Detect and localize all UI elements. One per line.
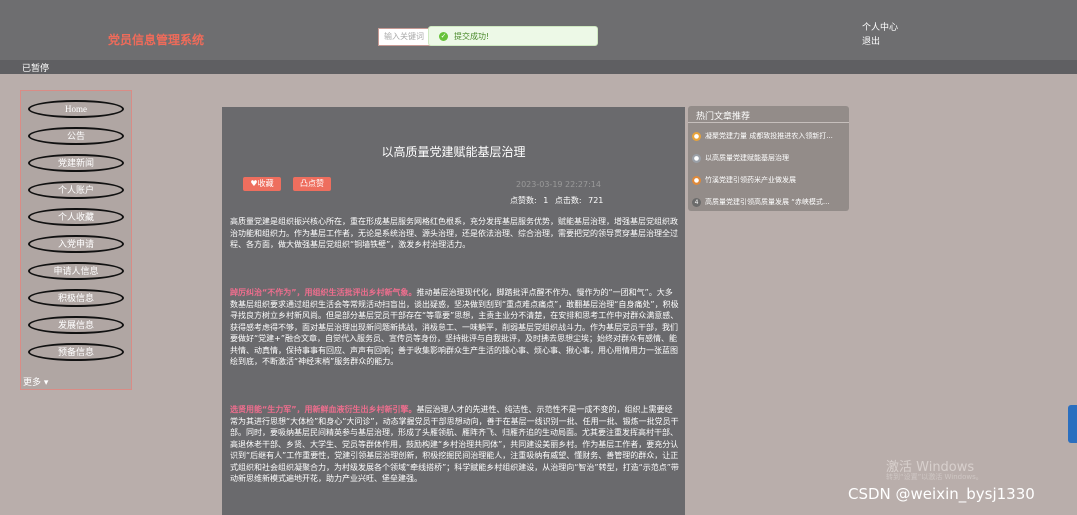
article-paragraph: 踔厉纠治“不作为”，用组织生活批评出乡村新气象。推动基层治理现代化，脚踏批评点醒… — [230, 287, 680, 368]
toast-message: 提交成功! — [454, 32, 490, 41]
hot-article-item[interactable]: ● 以高质量党建赋能基层治理 — [692, 153, 847, 167]
status-bar: 已暂停 — [0, 60, 1077, 74]
hot-article-title: 以高质量党建赋能基层治理 — [705, 154, 789, 162]
sidebar-item-probationary-info[interactable]: 预备信息 — [28, 343, 124, 361]
collect-button[interactable]: ♥收藏 — [243, 177, 281, 191]
windows-activation-subtext: 转到“设置”以激活 Windows。 — [886, 473, 983, 481]
hot-articles-panel: 热门文章推荐 ● 凝聚党建力量 成都致投推进农入领新打... ● 以高质量党建赋能基… — [688, 106, 849, 211]
article-paragraph: 高质量党建是组织振兴核心所在，重在形成基层服务网格红色根系，充分发挥基层服务优势… — [230, 216, 680, 251]
like-button[interactable]: 凸点赞 — [293, 177, 331, 191]
paragraph-highlight: 踔厉纠治“不作为”，用组织生活批评出乡村新气象。 — [230, 288, 417, 297]
csdn-watermark: CSDN @weixin_bysj1330 — [848, 485, 1035, 503]
article-date: 2023-03-19 22:27:14 — [516, 180, 601, 189]
divider — [688, 122, 849, 123]
paragraph-highlight: 选贤用能“生力军”，用新鲜血液衍生出乡村新引擎。 — [230, 405, 417, 414]
article-panel: 以高质量党建赋能基层治理 ♥收藏 凸点赞 2023-03-19 22:27:14… — [222, 107, 685, 515]
sidebar-item-application[interactable]: 入党申请 — [28, 235, 124, 253]
logout-link[interactable]: 退出 — [862, 34, 880, 47]
fire-icon: ● — [692, 131, 701, 141]
sidebar-item-account[interactable]: 个人账户 — [28, 181, 124, 199]
hot-article-title: 凝聚党建力量 成都致投推进农入领新打... — [705, 132, 833, 140]
paragraph-body: 推动基层治理现代化，脚踏批评点醒不作为、慢作为的“一团和气”。大多数基层组织要求… — [230, 288, 679, 366]
sidebar-more-toggle[interactable]: 更多 ▾ — [23, 375, 48, 388]
status-text: 已暂停 — [22, 64, 50, 74]
search-input[interactable]: 输入关键词 — [378, 28, 434, 46]
user-center-link[interactable]: 个人中心 — [862, 20, 898, 33]
sidebar-nav: Home 公告 党建新闻 个人账户 个人收藏 入党申请 申请人信息 积极信息 发… — [20, 90, 132, 390]
hot-article-item[interactable]: ● 竹溪党建引领药米产业做发展 — [692, 175, 847, 189]
article-stats: 点赞数: 1 点击数: 721 — [510, 196, 604, 205]
hot-article-item[interactable]: 4 高质量党建引领高质量发展 “赤峡模式... — [692, 197, 847, 211]
sidebar-item-home[interactable]: Home — [28, 100, 124, 118]
paragraph-body: 高质量党建是组织振兴核心所在，重在形成基层服务网格红色根系，充分发挥基层服务优势… — [230, 217, 678, 249]
sidebar-item-favorites[interactable]: 个人收藏 — [28, 208, 124, 226]
sidebar-item-notice[interactable]: 公告 — [28, 127, 124, 145]
hot-article-title: 高质量党建引领高质量发展 “赤峡模式... — [705, 198, 830, 206]
check-circle-icon: ✓ — [439, 32, 448, 41]
thumb-icon: ● — [692, 153, 701, 163]
side-scroll-handle[interactable] — [1068, 405, 1077, 443]
sidebar-item-active-info[interactable]: 积极信息 — [28, 289, 124, 307]
top-header: 党员信息管理系统 输入关键词 ✓ 提交成功! 个人中心 退出 已暂停 — [0, 0, 1077, 74]
hot-articles-title: 热门文章推荐 — [696, 112, 751, 122]
sidebar-item-development-info[interactable]: 发展信息 — [28, 316, 124, 334]
system-title: 党员信息管理系统 — [108, 33, 205, 47]
paragraph-body: 基层治理人才的先进性、纯洁性、示范性不是一成不变的，组织上需要经常为其进行思想“… — [230, 405, 679, 483]
sidebar-item-party-news[interactable]: 党建新闻 — [28, 154, 124, 172]
article-title: 以高质量党建赋能基层治理 — [381, 145, 526, 159]
success-toast: ✓ 提交成功! — [428, 26, 598, 46]
hot-article-item[interactable]: ● 凝聚党建力量 成都致投推进农入领新打... — [692, 131, 847, 145]
article-paragraph: 选贤用能“生力军”，用新鲜血液衍生出乡村新引擎。基层治理人才的先进性、纯洁性、示… — [230, 404, 680, 485]
hot-article-title: 竹溪党建引领药米产业做发展 — [705, 176, 796, 184]
sun-icon: ● — [692, 175, 701, 185]
sidebar-item-applicant-info[interactable]: 申请人信息 — [28, 262, 124, 280]
number-4-icon: 4 — [692, 197, 701, 207]
